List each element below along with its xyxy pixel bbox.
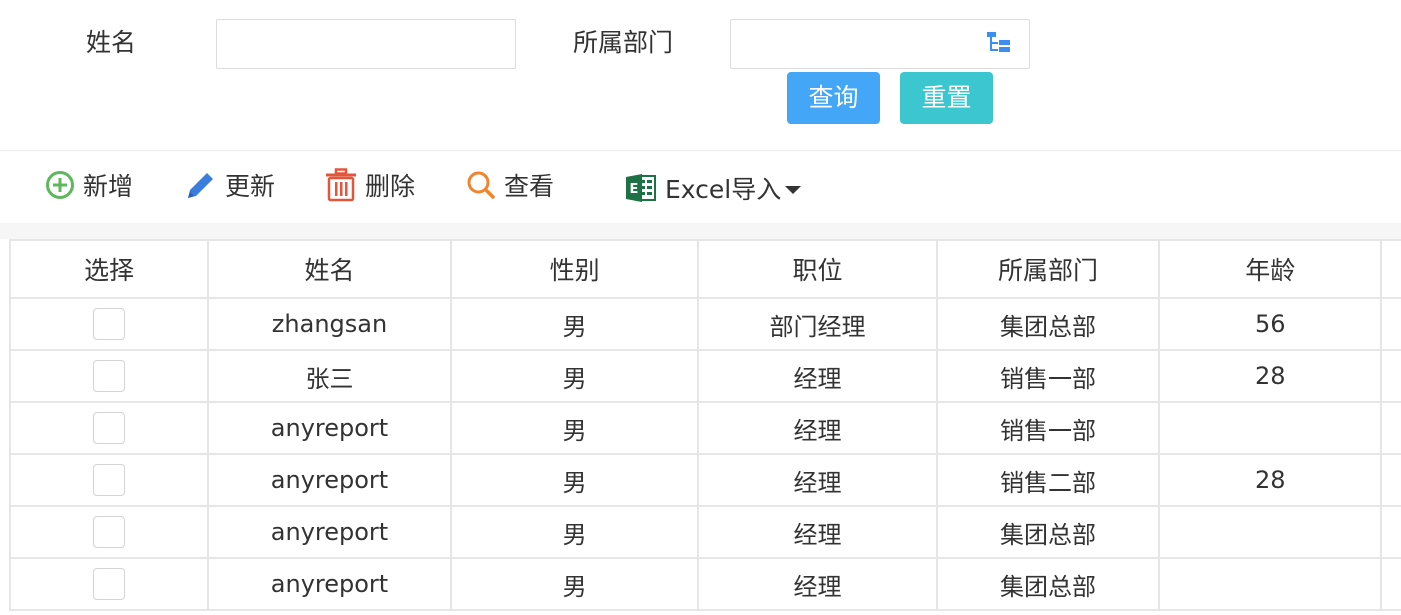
col-header-dept: 所属部门 (935, 239, 1161, 299)
tree-icon[interactable] (986, 31, 1012, 55)
name-cell: zhangsan (207, 297, 452, 351)
overflow-cell (1380, 401, 1401, 455)
position-cell: 经理 (697, 557, 938, 611)
select-cell (8, 505, 210, 559)
position-cell: 经理 (697, 401, 938, 455)
age-cell (1158, 557, 1383, 611)
dept-cell: 销售一部 (935, 401, 1161, 455)
select-cell (8, 401, 210, 455)
table-row[interactable]: anyreport 男 经理 销售二部 28 (8, 453, 1401, 507)
row-checkbox[interactable] (93, 360, 126, 392)
row-checkbox[interactable] (93, 568, 126, 600)
update-label: 更新 (225, 172, 276, 201)
grid-gap (0, 223, 1401, 239)
position-cell: 经理 (697, 453, 938, 507)
age-cell: 28 (1158, 453, 1383, 507)
age-cell: 28 (1158, 349, 1383, 403)
age-cell (1158, 401, 1383, 455)
name-cell: 张三 (207, 349, 452, 403)
name-cell: anyreport (207, 401, 452, 455)
query-button[interactable]: 查询 (787, 72, 880, 124)
update-button[interactable]: 更新 (185, 165, 275, 205)
gender-cell: 男 (449, 401, 700, 455)
table-row[interactable]: anyreport 男 经理 集团总部 (8, 557, 1401, 611)
position-cell: 经理 (697, 349, 938, 403)
row-checkbox[interactable] (93, 464, 126, 496)
gender-cell: 男 (449, 505, 700, 559)
dept-cell: 集团总部 (935, 557, 1161, 611)
svg-text:E: E (630, 182, 639, 197)
select-cell (8, 349, 210, 403)
excel-icon: E (626, 174, 656, 202)
overflow-cell (1380, 453, 1401, 507)
row-checkbox[interactable] (93, 308, 126, 340)
position-cell: 经理 (697, 505, 938, 559)
caret-down-icon (785, 186, 802, 194)
col-header-select: 选择 (8, 239, 210, 299)
select-cell (8, 453, 210, 507)
col-header-age: 年龄 (1158, 239, 1383, 299)
table-row[interactable]: zhangsan 男 部门经理 集团总部 56 (8, 297, 1401, 351)
search-icon (467, 171, 495, 199)
table-row[interactable]: anyreport 男 经理 销售一部 (8, 401, 1401, 455)
gender-cell: 男 (449, 349, 700, 403)
trash-icon (326, 168, 356, 202)
dept-cell: 销售一部 (935, 349, 1161, 403)
dept-input[interactable] (730, 19, 1030, 69)
reset-button[interactable]: 重置 (900, 72, 993, 124)
select-cell (8, 557, 210, 611)
dept-cell: 集团总部 (935, 505, 1161, 559)
name-input[interactable] (216, 19, 516, 69)
overflow-cell (1380, 297, 1401, 351)
col-header-name: 姓名 (207, 239, 452, 299)
col-header-overflow (1380, 239, 1401, 299)
toolbar: 新增 更新 删除 查看 E Excel导入 (0, 151, 1401, 223)
gender-cell: 男 (449, 297, 700, 351)
name-cell: anyreport (207, 453, 452, 507)
add-button[interactable]: 新增 (45, 165, 133, 205)
name-cell: anyreport (207, 505, 452, 559)
view-button[interactable]: 查看 (466, 165, 554, 205)
gender-cell: 男 (449, 557, 700, 611)
name-cell: anyreport (207, 557, 452, 611)
view-label: 查看 (504, 172, 555, 201)
age-cell: 56 (1158, 297, 1383, 351)
pencil-icon (188, 173, 213, 198)
add-circle-icon (46, 171, 74, 199)
age-cell (1158, 505, 1383, 559)
table-header-row: 选择 姓名 性别 职位 所属部门 年龄 (8, 239, 1401, 299)
dept-cell: 销售二部 (935, 453, 1161, 507)
data-grid: 选择 姓名 性别 职位 所属部门 年龄 zhangsan 男 部门经理 集团总部… (8, 239, 1401, 611)
excel-import-label: Excel导入 (665, 175, 782, 204)
table-row[interactable]: 张三 男 经理 销售一部 28 (8, 349, 1401, 403)
dept-label: 所属部门 (573, 28, 674, 57)
delete-button[interactable]: 删除 (325, 165, 415, 205)
table-row[interactable]: anyreport 男 经理 集团总部 (8, 505, 1401, 559)
col-header-gender: 性别 (449, 239, 700, 299)
dept-cell: 集团总部 (935, 297, 1161, 351)
filter-panel: 姓名 所属部门 查询 重置 (0, 0, 1401, 150)
row-checkbox[interactable] (93, 516, 126, 548)
position-cell: 部门经理 (697, 297, 938, 351)
col-header-position: 职位 (697, 239, 938, 299)
name-label: 姓名 (86, 28, 137, 57)
select-cell (8, 297, 210, 351)
gender-cell: 男 (449, 453, 700, 507)
overflow-cell (1380, 505, 1401, 559)
excel-import-button[interactable]: E Excel导入 (625, 168, 802, 208)
delete-label: 删除 (365, 172, 416, 201)
overflow-cell (1380, 557, 1401, 611)
overflow-cell (1380, 349, 1401, 403)
row-checkbox[interactable] (93, 412, 126, 444)
add-label: 新增 (83, 172, 134, 201)
